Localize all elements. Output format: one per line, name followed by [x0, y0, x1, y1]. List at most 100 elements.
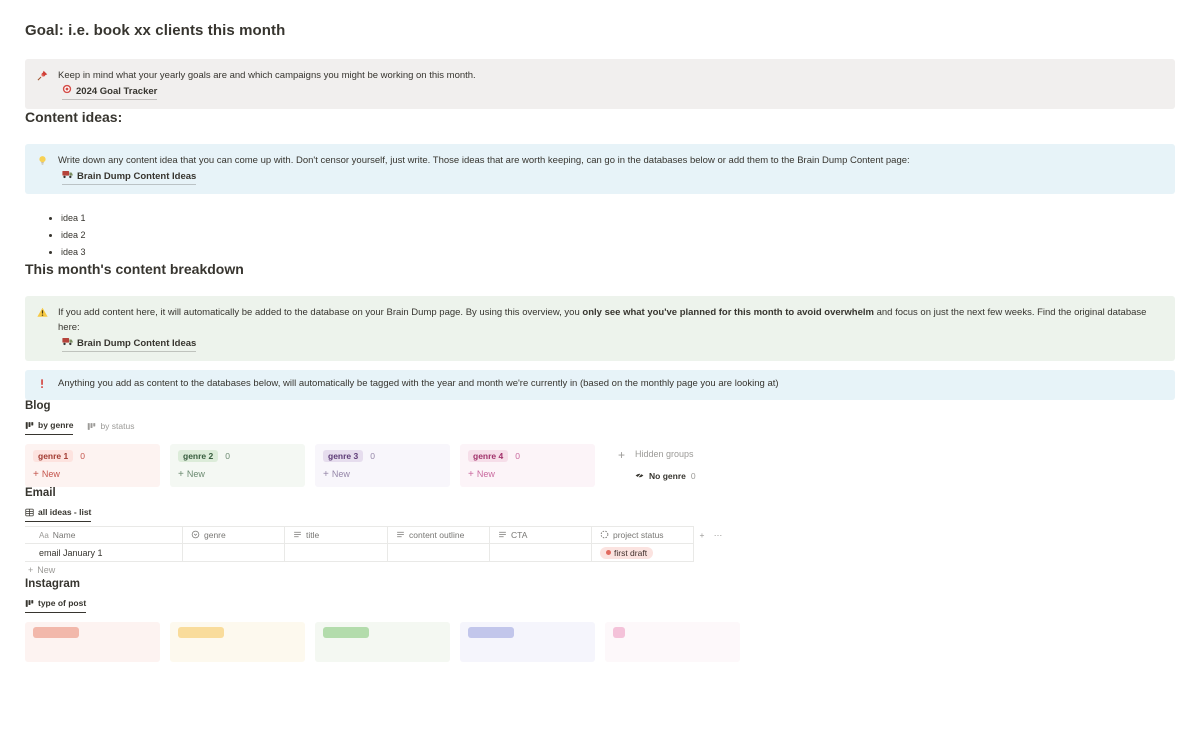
blog-view-tabs: by genre by status — [25, 420, 1175, 435]
dart-target-icon — [62, 84, 72, 99]
breakdown-info-text: Anything you add as content to the datab… — [58, 378, 779, 389]
board-view-icon — [87, 422, 96, 431]
goal-tracker-link-label: 2024 Goal Tracker — [76, 86, 158, 97]
row-title-cell[interactable] — [285, 544, 388, 562]
breakdown-warning-callout: If you add content here, it will automat… — [25, 296, 1175, 361]
notion-page: Goal: i.e. book xx clients this month Ke… — [0, 0, 1200, 662]
type-pill[interactable] — [33, 627, 79, 638]
table-view-icon — [25, 508, 34, 517]
idea-list: idea 1 idea 2 idea 3 — [25, 210, 1175, 261]
type-pill[interactable] — [613, 627, 625, 638]
board-column — [460, 622, 595, 662]
genre-pill[interactable]: genre 1 — [33, 450, 74, 462]
table-row: email January 1 first draft — [25, 544, 725, 562]
brain-dump-link-label: Brain Dump Content Ideas — [77, 171, 197, 182]
genre-pill[interactable]: genre 3 — [323, 450, 364, 462]
column-header-content-outline[interactable]: content outline — [388, 526, 490, 544]
select-property-icon — [191, 530, 200, 541]
breakdown-heading: This month's content breakdown — [25, 261, 244, 277]
board-view-icon — [25, 599, 34, 608]
breakdown-info-callout: Anything you add as content to the datab… — [25, 370, 1175, 400]
board-column-genre-3: genre 3 0 + New — [315, 444, 450, 487]
row-genre-cell[interactable] — [183, 544, 285, 562]
content-ideas-callout-text: Write down any content idea that you can… — [58, 155, 910, 166]
list-item[interactable]: idea 1 — [61, 210, 1175, 227]
genre-pill[interactable]: genre 2 — [178, 450, 219, 462]
status-pill[interactable]: first draft — [600, 546, 654, 559]
pushpin-icon — [37, 68, 49, 100]
type-pill[interactable] — [323, 627, 369, 638]
new-card-button[interactable]: + New — [323, 469, 442, 479]
goal-callout: Keep in mind what your yearly goals are … — [25, 59, 1175, 109]
new-card-button[interactable]: + New — [33, 469, 152, 479]
table-options-button[interactable]: ⋯ — [710, 526, 726, 544]
hidden-groups-panel: + Hidden groups No genre 0 — [618, 444, 696, 485]
table-header-row: Aa Name genre title content outline CTA … — [25, 526, 725, 544]
page-title: Goal: i.e. book xx clients this month — [25, 22, 286, 39]
content-ideas-callout: Write down any content idea that you can… — [25, 144, 1175, 194]
brain-dump-link[interactable]: Brain Dump Content Ideas — [62, 169, 197, 185]
new-card-button[interactable]: + New — [178, 469, 297, 479]
board-column-genre-2: genre 2 0 + New — [170, 444, 305, 487]
instagram-view-tabs: type of post — [25, 598, 1175, 613]
red-exclamation-icon — [37, 376, 49, 394]
brain-dump-link-label: Brain Dump Content Ideas — [77, 338, 197, 349]
instagram-heading: Instagram — [25, 578, 80, 590]
content-ideas-heading: Content ideas: — [25, 109, 123, 125]
email-view-tabs: all ideas - list — [25, 507, 1175, 522]
board-column-genre-1: genre 1 0 + New — [25, 444, 160, 487]
goal-callout-text: Keep in mind what your yearly goals are … — [58, 70, 476, 81]
column-count: 0 — [225, 451, 230, 461]
type-pill[interactable] — [468, 627, 514, 638]
add-group-button[interactable]: + — [618, 449, 625, 485]
new-card-button[interactable]: + New — [468, 469, 587, 479]
warning-icon — [37, 305, 49, 352]
blog-heading: Blog — [25, 400, 51, 412]
blog-board: genre 1 0 + New genre 2 0 + New genre 3 0 … — [25, 444, 1175, 487]
row-cta-cell[interactable] — [490, 544, 592, 562]
row-content-outline-cell[interactable] — [388, 544, 490, 562]
tab-all-ideas-list[interactable]: all ideas - list — [25, 507, 92, 522]
row-name-cell[interactable]: email January 1 — [25, 544, 183, 562]
status-property-icon — [600, 530, 609, 541]
status-dot-icon — [606, 550, 611, 555]
column-header-genre[interactable]: genre — [183, 526, 285, 544]
board-column — [605, 622, 740, 662]
truck-icon — [62, 169, 73, 184]
truck-icon — [62, 336, 73, 351]
hidden-groups-label: Hidden groups — [635, 449, 694, 459]
list-item[interactable]: idea 2 — [61, 227, 1175, 244]
board-column — [315, 622, 450, 662]
column-header-project-status[interactable]: project status — [592, 526, 694, 544]
instagram-board — [25, 622, 1175, 662]
eye-off-icon — [635, 467, 644, 485]
text-lines-icon — [293, 530, 302, 541]
column-count: 0 — [515, 451, 520, 461]
tab-by-status[interactable]: by status — [87, 421, 134, 435]
type-pill[interactable] — [178, 627, 224, 638]
text-property-icon: Aa — [39, 530, 49, 540]
column-count: 0 — [80, 451, 85, 461]
goal-tracker-link[interactable]: 2024 Goal Tracker — [62, 84, 158, 100]
column-count: 0 — [370, 451, 375, 461]
tab-type-of-post[interactable]: type of post — [25, 598, 87, 613]
add-column-button[interactable]: + — [694, 526, 710, 544]
new-row-button[interactable]: + New — [25, 562, 725, 578]
column-header-title[interactable]: title — [285, 526, 388, 544]
row-project-status-cell[interactable]: first draft — [592, 544, 694, 562]
genre-pill[interactable]: genre 4 — [468, 450, 509, 462]
text-lines-icon — [498, 530, 507, 541]
board-column — [170, 622, 305, 662]
column-header-cta[interactable]: CTA — [490, 526, 592, 544]
email-table: Aa Name genre title content outline CTA … — [25, 526, 725, 578]
column-header-name[interactable]: Aa Name — [25, 526, 183, 544]
tab-by-genre[interactable]: by genre — [25, 420, 74, 435]
board-view-icon — [25, 421, 34, 430]
hidden-group-no-genre[interactable]: No genre 0 — [635, 467, 696, 485]
email-heading: Email — [25, 487, 56, 499]
breakdown-warning-text: If you add content here, it will automat… — [58, 307, 1147, 333]
list-item[interactable]: idea 3 — [61, 244, 1175, 261]
board-column — [25, 622, 160, 662]
text-lines-icon — [396, 530, 405, 541]
brain-dump-link[interactable]: Brain Dump Content Ideas — [62, 336, 197, 352]
